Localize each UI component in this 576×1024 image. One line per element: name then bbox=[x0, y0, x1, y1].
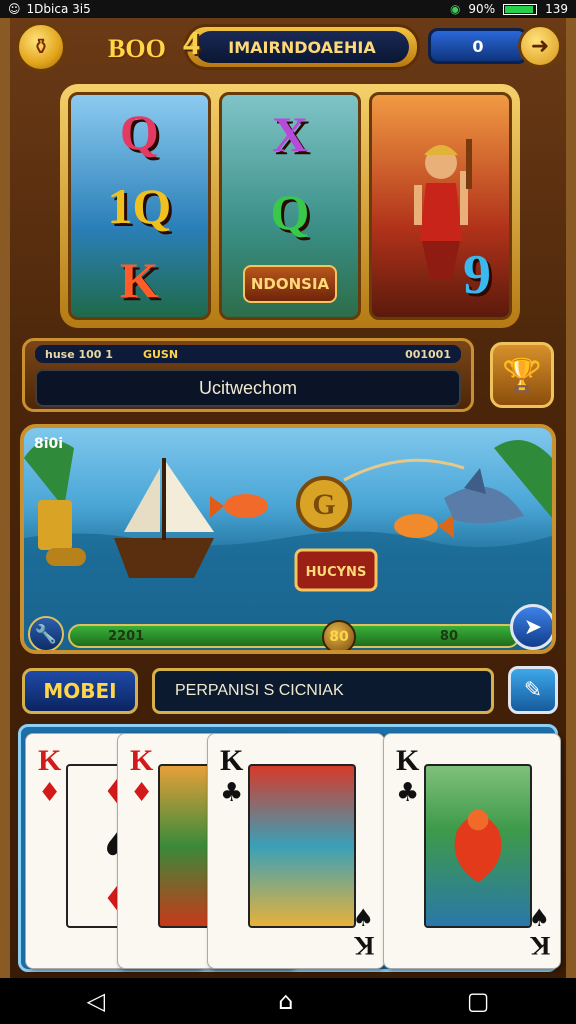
card-rank: K bbox=[220, 744, 244, 777]
reel-3[interactable]: 9 bbox=[369, 92, 513, 320]
reel-symbol: Q bbox=[270, 184, 310, 240]
title-plate: 4 IMAIRNDOAEHIA bbox=[183, 24, 420, 70]
fish-icon bbox=[394, 514, 454, 538]
playing-card[interactable]: K ♣ ♠ K bbox=[383, 733, 561, 969]
spade-icon: ♠ bbox=[352, 904, 374, 932]
reel-2[interactable]: X Q NDONSIA bbox=[218, 92, 362, 320]
app-icon: ☺ bbox=[8, 2, 21, 16]
center-badge: HUCYNS bbox=[294, 548, 378, 592]
diamond-icon: ♦ bbox=[130, 778, 154, 808]
home-icon[interactable]: ⌂ bbox=[278, 987, 293, 1015]
recents-icon[interactable]: ▢ bbox=[467, 987, 490, 1015]
slot-reels: Q 1Q K X Q NDONSIA 9 bbox=[60, 84, 520, 328]
game-title: IMAIRNDOAEHIA bbox=[195, 31, 409, 63]
trophy-icon: 🏆 bbox=[502, 356, 542, 394]
dragon-art bbox=[454, 809, 502, 883]
mode-button[interactable]: MOBEI bbox=[22, 668, 138, 714]
edit-button[interactable]: ✎ bbox=[508, 666, 558, 714]
coin-icon: G bbox=[296, 458, 465, 532]
diamond-icon: ♦ bbox=[38, 778, 62, 808]
status-bar: ☺ 1Dbica 3i5 ◉ 90% 139 bbox=[0, 0, 576, 18]
header: ⚱ BOO 4 IMAIRNDOAEHIA 0 ➜ bbox=[10, 20, 566, 76]
fish-icon bbox=[210, 494, 268, 518]
spade-icon: ♠ bbox=[528, 904, 550, 932]
club-icon: ♣ bbox=[396, 778, 420, 808]
potion-icon: ⚱ bbox=[31, 34, 51, 60]
info-strip-right: 001001 bbox=[405, 347, 451, 361]
progress-knob[interactable]: 80 bbox=[322, 620, 356, 650]
playing-card[interactable]: K ♣ ♠ K bbox=[207, 733, 385, 969]
shark-icon bbox=[444, 468, 524, 524]
reel-symbol: X bbox=[271, 106, 309, 162]
shield-icon: ◉ bbox=[449, 2, 461, 16]
emblem-icon: 4 bbox=[183, 25, 200, 62]
reel-symbol: K bbox=[119, 252, 159, 308]
card-rank-bottom: K bbox=[353, 931, 374, 960]
info-panel: huse 100 1 GUSN 001001 Ucitwechom bbox=[22, 338, 474, 412]
wrench-icon: 🔧 bbox=[34, 623, 58, 645]
club-icon: ♣ bbox=[220, 778, 244, 808]
info-strip: huse 100 1 GUSN 001001 bbox=[35, 345, 461, 363]
tools-button[interactable]: 🔧 bbox=[28, 616, 64, 650]
card-tray: K ♦ ♦♠♦ K ♦ K ♣ ♠ K K ♣ ♠ K bbox=[18, 724, 561, 972]
pen-icon: ✎ bbox=[523, 677, 543, 703]
reel-symbol: 1Q bbox=[107, 178, 172, 234]
svg-text:G: G bbox=[312, 488, 335, 521]
potion-button[interactable]: ⚱ bbox=[16, 22, 66, 72]
info-message: Ucitwechom bbox=[35, 369, 461, 407]
fishing-panel[interactable]: G HUCYNS 8i0i 🔧 2201 80 80 ➤ bbox=[20, 424, 556, 654]
progress-left-value: 2201 bbox=[108, 628, 145, 644]
battery-icon bbox=[503, 3, 538, 15]
reel-symbol: Q bbox=[119, 104, 159, 160]
status-time-left: 1Dbica 3i5 bbox=[26, 2, 91, 16]
message-field[interactable]: PERPANISI S CICNIAK bbox=[152, 668, 494, 714]
info-strip-left: huse 100 1 bbox=[45, 347, 113, 361]
arrow-icon: ➤ bbox=[523, 614, 543, 640]
balance-display[interactable]: 0 bbox=[428, 28, 528, 64]
info-strip-mid: GUSN bbox=[142, 347, 179, 361]
center-badge-label: HUCYNS bbox=[306, 565, 367, 580]
indonesia-badge: NDONSIA bbox=[242, 265, 338, 303]
card-rank-bottom: K bbox=[529, 931, 550, 960]
brand-label: BOO bbox=[108, 34, 166, 63]
progress-bar: 2201 80 80 bbox=[68, 620, 520, 650]
bonus-button[interactable]: 🏆 bbox=[490, 342, 554, 408]
card-art bbox=[424, 764, 532, 928]
arrow-right-icon: ➜ bbox=[530, 33, 550, 59]
battery-percent: 90% bbox=[468, 2, 496, 16]
card-art bbox=[248, 764, 356, 928]
reel-1[interactable]: Q 1Q K bbox=[68, 92, 211, 320]
card-rank: K bbox=[38, 744, 62, 777]
fishing-scene: G HUCYNS bbox=[24, 440, 552, 650]
card-rank: K bbox=[130, 744, 154, 777]
status-time-right: 139 bbox=[545, 2, 568, 16]
fishing-label: 8i0i bbox=[34, 436, 64, 452]
play-button[interactable]: ➤ bbox=[510, 604, 552, 650]
back-icon[interactable]: ◁ bbox=[87, 987, 105, 1015]
reel-symbol: 9 bbox=[463, 244, 492, 306]
nav-bar: ◁ ⌂ ▢ bbox=[0, 978, 576, 1024]
forward-button[interactable]: ➜ bbox=[518, 24, 562, 68]
progress-right-value: 80 bbox=[439, 628, 458, 644]
ship-icon bbox=[114, 458, 214, 578]
card-rank: K bbox=[396, 744, 420, 777]
